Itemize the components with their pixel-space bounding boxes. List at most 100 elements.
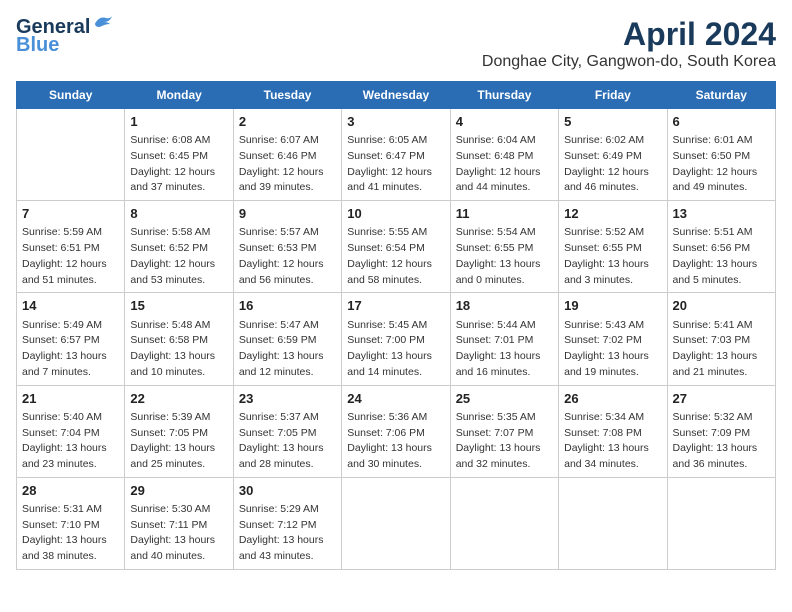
calendar-cell: 28 Sunrise: 5:31 AMSunset: 7:10 PMDayligh… [17,477,125,569]
day-number: 1 [130,113,227,131]
month-title: April 2024 [482,16,776,53]
day-number: 2 [239,113,336,131]
calendar-cell: 4Sunrise: 6:04 AMSunset: 6:48 PMDaylight… [450,109,558,201]
calendar-cell: 10Sunrise: 5:55 AMSunset: 6:54 PMDayligh… [342,201,450,293]
day-info: Sunrise: 6:08 AMSunset: 6:45 PMDaylight:… [130,133,227,196]
day-info: Sunrise: 5:47 AMSunset: 6:59 PMDaylight:… [239,318,336,381]
day-info: Sunrise: 6:04 AMSunset: 6:48 PMDaylight:… [456,133,553,196]
day-info: Sunrise: 5:59 AMSunset: 6:51 PMDaylight:… [22,225,119,288]
day-number: 23 [239,390,336,408]
calendar-cell: 21 Sunrise: 5:40 AMSunset: 7:04 PMDayligh… [17,385,125,477]
day-number: 30 [239,482,336,500]
location-title: Donghae City, Gangwon-do, South Korea [482,53,776,71]
day-number: 9 [239,205,336,223]
day-info: Sunrise: 5:45 AMSunset: 7:00 PMDaylight:… [347,318,444,381]
day-number: 16 [239,297,336,315]
calendar-cell [450,477,558,569]
calendar-cell: 17 Sunrise: 5:45 AMSunset: 7:00 PMDayligh… [342,293,450,385]
day-number: 17 [347,297,444,315]
calendar-cell: 29 Sunrise: 5:30 AMSunset: 7:11 PMDayligh… [125,477,233,569]
day-number: 3 [347,113,444,131]
calendar-cell [342,477,450,569]
week-row-3: 14Sunrise: 5:49 AMSunset: 6:57 PMDayligh… [17,293,776,385]
calendar-cell: 18 Sunrise: 5:44 AMSunset: 7:01 PMDayligh… [450,293,558,385]
week-row-2: 7 Sunrise: 5:59 AMSunset: 6:51 PMDaylight… [17,201,776,293]
day-info: Sunrise: 6:05 AMSunset: 6:47 PMDaylight:… [347,133,444,196]
day-header-wednesday: Wednesday [342,82,450,109]
day-number: 27 [673,390,770,408]
logo-blue: Blue [16,34,59,57]
day-number: 19 [564,297,661,315]
title-block: April 2024 Donghae City, Gangwon-do, Sou… [482,16,776,71]
day-number: 6 [673,113,770,131]
day-info: Sunrise: 5:51 AMSunset: 6:56 PMDaylight:… [673,225,770,288]
logo-bird-icon [92,14,114,30]
calendar-cell: 24 Sunrise: 5:36 AMSunset: 7:06 PMDayligh… [342,385,450,477]
calendar-cell: 26 Sunrise: 5:34 AMSunset: 7:08 PMDayligh… [559,385,667,477]
calendar-cell: 1 Sunrise: 6:08 AMSunset: 6:45 PMDaylight… [125,109,233,201]
calendar-cell: 22Sunrise: 5:39 AMSunset: 7:05 PMDayligh… [125,385,233,477]
day-info: Sunrise: 5:58 AMSunset: 6:52 PMDaylight:… [130,225,227,288]
day-number: 25 [456,390,553,408]
week-row-4: 21 Sunrise: 5:40 AMSunset: 7:04 PMDayligh… [17,385,776,477]
day-number: 10 [347,205,444,223]
day-number: 12 [564,205,661,223]
day-info: Sunrise: 5:49 AMSunset: 6:57 PMDaylight:… [22,318,119,381]
day-info: Sunrise: 6:02 AMSunset: 6:49 PMDaylight:… [564,133,661,196]
day-number: 24 [347,390,444,408]
day-number: 5 [564,113,661,131]
day-header-sunday: Sunday [17,82,125,109]
calendar-cell: 11 Sunrise: 5:54 AMSunset: 6:55 PMDayligh… [450,201,558,293]
calendar-cell: 27Sunrise: 5:32 AMSunset: 7:09 PMDayligh… [667,385,775,477]
day-info: Sunrise: 5:48 AMSunset: 6:58 PMDaylight:… [130,318,227,381]
calendar-cell: 14Sunrise: 5:49 AMSunset: 6:57 PMDayligh… [17,293,125,385]
day-info: Sunrise: 5:29 AMSunset: 7:12 PMDaylight:… [239,502,336,565]
day-header-friday: Friday [559,82,667,109]
day-number: 15 [130,297,227,315]
day-info: Sunrise: 5:43 AMSunset: 7:02 PMDaylight:… [564,318,661,381]
day-header-saturday: Saturday [667,82,775,109]
day-number: 7 [22,205,119,223]
calendar-cell: 2 Sunrise: 6:07 AMSunset: 6:46 PMDaylight… [233,109,341,201]
calendar-cell: 6Sunrise: 6:01 AMSunset: 6:50 PMDaylight… [667,109,775,201]
day-info: Sunrise: 5:30 AMSunset: 7:11 PMDaylight:… [130,502,227,565]
day-number: 29 [130,482,227,500]
day-info: Sunrise: 5:35 AMSunset: 7:07 PMDaylight:… [456,410,553,473]
calendar-cell: 13 Sunrise: 5:51 AMSunset: 6:56 PMDayligh… [667,201,775,293]
day-number: 13 [673,205,770,223]
day-info: Sunrise: 5:52 AMSunset: 6:55 PMDaylight:… [564,225,661,288]
day-info: Sunrise: 5:31 AMSunset: 7:10 PMDaylight:… [22,502,119,565]
day-number: 20 [673,297,770,315]
day-info: Sunrise: 5:54 AMSunset: 6:55 PMDaylight:… [456,225,553,288]
days-header-row: SundayMondayTuesdayWednesdayThursdayFrid… [17,82,776,109]
calendar-cell: 16 Sunrise: 5:47 AMSunset: 6:59 PMDayligh… [233,293,341,385]
day-header-tuesday: Tuesday [233,82,341,109]
day-info: Sunrise: 5:40 AMSunset: 7:04 PMDaylight:… [22,410,119,473]
calendar-cell: 30 Sunrise: 5:29 AMSunset: 7:12 PMDayligh… [233,477,341,569]
calendar-body: 1 Sunrise: 6:08 AMSunset: 6:45 PMDaylight… [17,109,776,570]
day-number: 21 [22,390,119,408]
calendar-table: SundayMondayTuesdayWednesdayThursdayFrid… [16,81,776,570]
day-number: 28 [22,482,119,500]
calendar-cell: 9Sunrise: 5:57 AMSunset: 6:53 PMDaylight… [233,201,341,293]
calendar-cell: 12 Sunrise: 5:52 AMSunset: 6:55 PMDayligh… [559,201,667,293]
day-info: Sunrise: 5:44 AMSunset: 7:01 PMDaylight:… [456,318,553,381]
day-header-thursday: Thursday [450,82,558,109]
calendar-cell: 23Sunrise: 5:37 AMSunset: 7:05 PMDayligh… [233,385,341,477]
day-info: Sunrise: 5:34 AMSunset: 7:08 PMDaylight:… [564,410,661,473]
day-number: 8 [130,205,227,223]
day-number: 22 [130,390,227,408]
calendar-cell [559,477,667,569]
day-info: Sunrise: 6:07 AMSunset: 6:46 PMDaylight:… [239,133,336,196]
week-row-5: 28 Sunrise: 5:31 AMSunset: 7:10 PMDayligh… [17,477,776,569]
day-info: Sunrise: 5:36 AMSunset: 7:06 PMDaylight:… [347,410,444,473]
calendar-cell [667,477,775,569]
day-number: 11 [456,205,553,223]
logo: General Blue [16,16,114,57]
day-header-monday: Monday [125,82,233,109]
calendar-cell: 25 Sunrise: 5:35 AMSunset: 7:07 PMDayligh… [450,385,558,477]
calendar-cell: 3 Sunrise: 6:05 AMSunset: 6:47 PMDaylight… [342,109,450,201]
day-number: 18 [456,297,553,315]
day-number: 26 [564,390,661,408]
calendar-cell: 20Sunrise: 5:41 AMSunset: 7:03 PMDayligh… [667,293,775,385]
